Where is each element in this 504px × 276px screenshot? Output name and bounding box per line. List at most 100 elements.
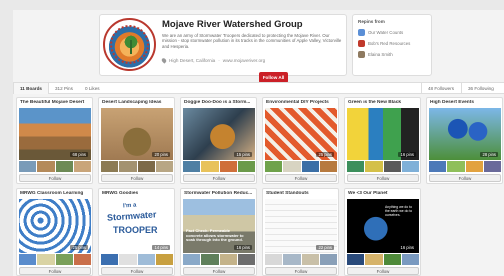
repin-source[interactable]: Elaina Smith	[358, 49, 426, 60]
board-thumbnail[interactable]	[73, 161, 91, 172]
board-thumbnail[interactable]	[347, 254, 365, 265]
board-pin-count: 68 pins	[70, 152, 88, 157]
board-thumbnail[interactable]	[37, 161, 55, 172]
board-pin-count: 25 pins	[70, 245, 88, 250]
board-card[interactable]: Desert Landscaping Ideas 20 pins Follow	[98, 97, 175, 184]
board-thumbnail[interactable]	[383, 254, 401, 265]
board-thumbnail[interactable]	[401, 254, 419, 265]
board-thumbnail[interactable]	[447, 161, 465, 172]
board-pin-count: 20 pins	[152, 152, 170, 157]
location-pin-icon	[160, 57, 168, 64]
board-thumbnail[interactable]	[155, 254, 173, 265]
board-thumbnail[interactable]	[237, 254, 255, 265]
board-thumbnail[interactable]	[55, 254, 73, 265]
board-title: High Desert Events	[430, 100, 474, 105]
tab-pins[interactable]: 312 Pins	[49, 83, 79, 94]
board-card[interactable]: MRWG Goodies I'm a Stormwater TROOPER 14…	[98, 188, 175, 276]
board-card[interactable]: Environmental DIY Projects 25 pins Follo…	[262, 97, 339, 184]
board-thumbnail[interactable]	[219, 161, 237, 172]
tab-boards[interactable]: 11 Boards	[13, 83, 49, 94]
board-thumbnail[interactable]	[55, 161, 73, 172]
board-thumbnail[interactable]	[73, 254, 91, 265]
board-thumbnails	[347, 254, 419, 265]
board-pin-count: 22 pins	[316, 245, 334, 250]
board-thumbnail[interactable]	[265, 254, 283, 265]
follow-board-button[interactable]: Follow	[429, 174, 501, 182]
board-thumbnail[interactable]	[347, 161, 365, 172]
pinterest-profile-page: Mojave River Watershed Group We are an a…	[13, 10, 504, 276]
meta-separator: ·	[218, 58, 220, 63]
board-thumbnail[interactable]	[383, 161, 401, 172]
board-thumbnail[interactable]	[429, 161, 447, 172]
board-pin-count: 25 pins	[316, 152, 334, 157]
board-thumbnails	[347, 161, 419, 172]
follow-board-button[interactable]: Follow	[347, 174, 419, 182]
board-card[interactable]: The Beautiful Mojave Desert 68 pins Foll…	[16, 97, 93, 184]
profile-card: Mojave River Watershed Group We are an a…	[99, 14, 347, 76]
board-thumbnail[interactable]	[365, 161, 383, 172]
board-pin-count: 28 pins	[480, 152, 498, 157]
board-thumbnail[interactable]	[183, 161, 201, 172]
board-title: MRWG Goodies	[102, 191, 139, 196]
repin-source[interactable]: Our Water Counts	[358, 27, 426, 38]
board-thumbnail[interactable]	[219, 254, 237, 265]
profile-website-link[interactable]: www.mojaveriver.org	[223, 58, 265, 63]
follow-board-button[interactable]: Follow	[265, 267, 337, 275]
board-thumbnail[interactable]	[201, 161, 219, 172]
board-pin-count: 16 pins	[398, 245, 416, 250]
follow-board-button[interactable]: Follow	[19, 267, 91, 275]
repin-source-name: Elaina Smith	[368, 52, 393, 57]
repin-source-name: Our Water Counts	[368, 30, 404, 35]
board-thumbnail[interactable]	[265, 161, 283, 172]
board-thumbnail[interactable]	[37, 254, 55, 265]
board-card[interactable]: Stormwater Pollution Reduc... Fact Check…	[180, 188, 257, 276]
tab-following[interactable]: 36 Following	[461, 83, 500, 94]
board-thumbnail[interactable]	[101, 161, 119, 172]
board-thumbnail[interactable]	[137, 254, 155, 265]
board-thumbnail[interactable]	[283, 254, 301, 265]
follow-board-button[interactable]: Follow	[101, 174, 173, 182]
board-card[interactable]: Student Standouts 22 pins Follow	[262, 188, 339, 276]
follow-board-button[interactable]: Follow	[265, 174, 337, 182]
board-thumbnail[interactable]	[19, 161, 37, 172]
tab-likes[interactable]: 0 Likes	[79, 83, 106, 94]
board-thumbnail[interactable]	[201, 254, 219, 265]
board-card[interactable]: Green is the New Black 16 pins Follow	[344, 97, 421, 184]
board-thumbnail[interactable]	[183, 254, 201, 265]
board-thumbnail[interactable]	[119, 161, 137, 172]
board-thumbnail[interactable]	[301, 161, 319, 172]
board-thumbnail[interactable]	[465, 161, 483, 172]
board-title: Doggie Doo-Doo is a Storm...	[184, 100, 251, 105]
follow-board-button[interactable]: Follow	[101, 267, 173, 275]
follow-board-button[interactable]: Follow	[19, 174, 91, 182]
profile-logo[interactable]	[103, 18, 156, 71]
follow-board-button[interactable]: Follow	[347, 267, 419, 275]
board-card[interactable]: High Desert Events 28 pins Follow	[426, 97, 503, 184]
follow-board-button[interactable]: Follow	[183, 267, 255, 275]
board-pin-count: 15 pins	[234, 152, 252, 157]
cover-caption: TROOPER	[113, 225, 158, 235]
board-thumbnail[interactable]	[283, 161, 301, 172]
repin-source[interactable]: Bob's Red Resources	[358, 38, 426, 49]
board-thumbnail[interactable]	[155, 161, 173, 172]
board-thumbnail[interactable]	[137, 161, 155, 172]
board-title: MRWG Classroom Learning	[20, 191, 84, 196]
board-thumbnail[interactable]	[119, 254, 137, 265]
board-thumbnail[interactable]	[301, 254, 319, 265]
tab-followers[interactable]: 48 Followers	[421, 83, 460, 94]
follow-board-button[interactable]: Follow	[183, 174, 255, 182]
board-thumbnail[interactable]	[401, 161, 419, 172]
board-card[interactable]: We <3 Our Planet Anything we do to the e…	[344, 188, 421, 276]
board-card[interactable]: Doggie Doo-Doo is a Storm... 15 pins Fol…	[180, 97, 257, 184]
board-thumbnail[interactable]	[19, 254, 37, 265]
board-thumbnail[interactable]	[319, 161, 337, 172]
board-thumbnail[interactable]	[237, 161, 255, 172]
board-thumbnail[interactable]	[365, 254, 383, 265]
board-thumbnails	[101, 254, 173, 265]
board-thumbnail[interactable]	[319, 254, 337, 265]
repin-avatar	[358, 29, 365, 36]
board-title: Stormwater Pollution Reduc...	[184, 191, 253, 196]
board-thumbnail[interactable]	[483, 161, 501, 172]
board-card[interactable]: MRWG Classroom Learning 25 pins Follow	[16, 188, 93, 276]
board-thumbnail[interactable]	[101, 254, 119, 265]
